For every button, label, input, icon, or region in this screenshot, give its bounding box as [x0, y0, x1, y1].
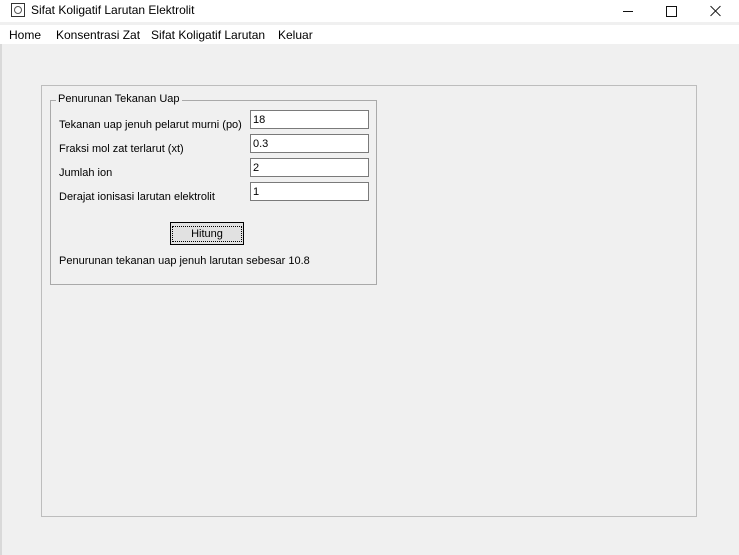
hitung-button[interactable]: Hitung	[170, 222, 244, 245]
app-icon[interactable]	[11, 3, 25, 17]
maximize-icon	[665, 5, 677, 17]
title-bar: Sifat Koligatif Larutan Elektrolit	[0, 0, 739, 22]
menu-item-keluar[interactable]: Keluar	[278, 28, 313, 42]
minimize-icon	[623, 10, 633, 12]
maximize-button[interactable]	[648, 0, 694, 22]
hitung-button-label: Hitung	[172, 225, 242, 242]
close-icon	[710, 5, 722, 17]
label-tekanan-uap-po: Tekanan uap jenuh pelarut murni (po)	[59, 119, 242, 131]
menu-item-sifat-koligatif-larutan[interactable]: Sifat Koligatif Larutan	[151, 28, 265, 42]
menu-item-konsentrasi-zat[interactable]: Konsentrasi Zat	[56, 28, 140, 42]
window-left-edge	[0, 44, 2, 555]
label-fraksi-mol-xt: Fraksi mol zat terlarut (xt)	[59, 143, 184, 155]
input-derajat-ionisasi[interactable]	[250, 182, 369, 201]
window-title: Sifat Koligatif Larutan Elektrolit	[31, 3, 195, 17]
group-box-title: Penurunan Tekanan Uap	[56, 93, 182, 106]
result-text: Penurunan tekanan uap jenuh larutan sebe…	[59, 255, 310, 267]
label-derajat-ionisasi: Derajat ionisasi larutan elektrolit	[59, 191, 215, 203]
minimize-button[interactable]	[605, 0, 651, 22]
label-jumlah-ion: Jumlah ion	[59, 167, 113, 179]
menu-bar: Home Konsentrasi Zat Sifat Koligatif Lar…	[0, 25, 739, 44]
input-tekanan-uap-po[interactable]	[250, 110, 369, 129]
input-fraksi-mol-xt[interactable]	[250, 134, 369, 153]
close-button[interactable]	[693, 0, 739, 22]
menu-item-home[interactable]: Home	[9, 28, 41, 42]
input-jumlah-ion[interactable]	[250, 158, 369, 177]
